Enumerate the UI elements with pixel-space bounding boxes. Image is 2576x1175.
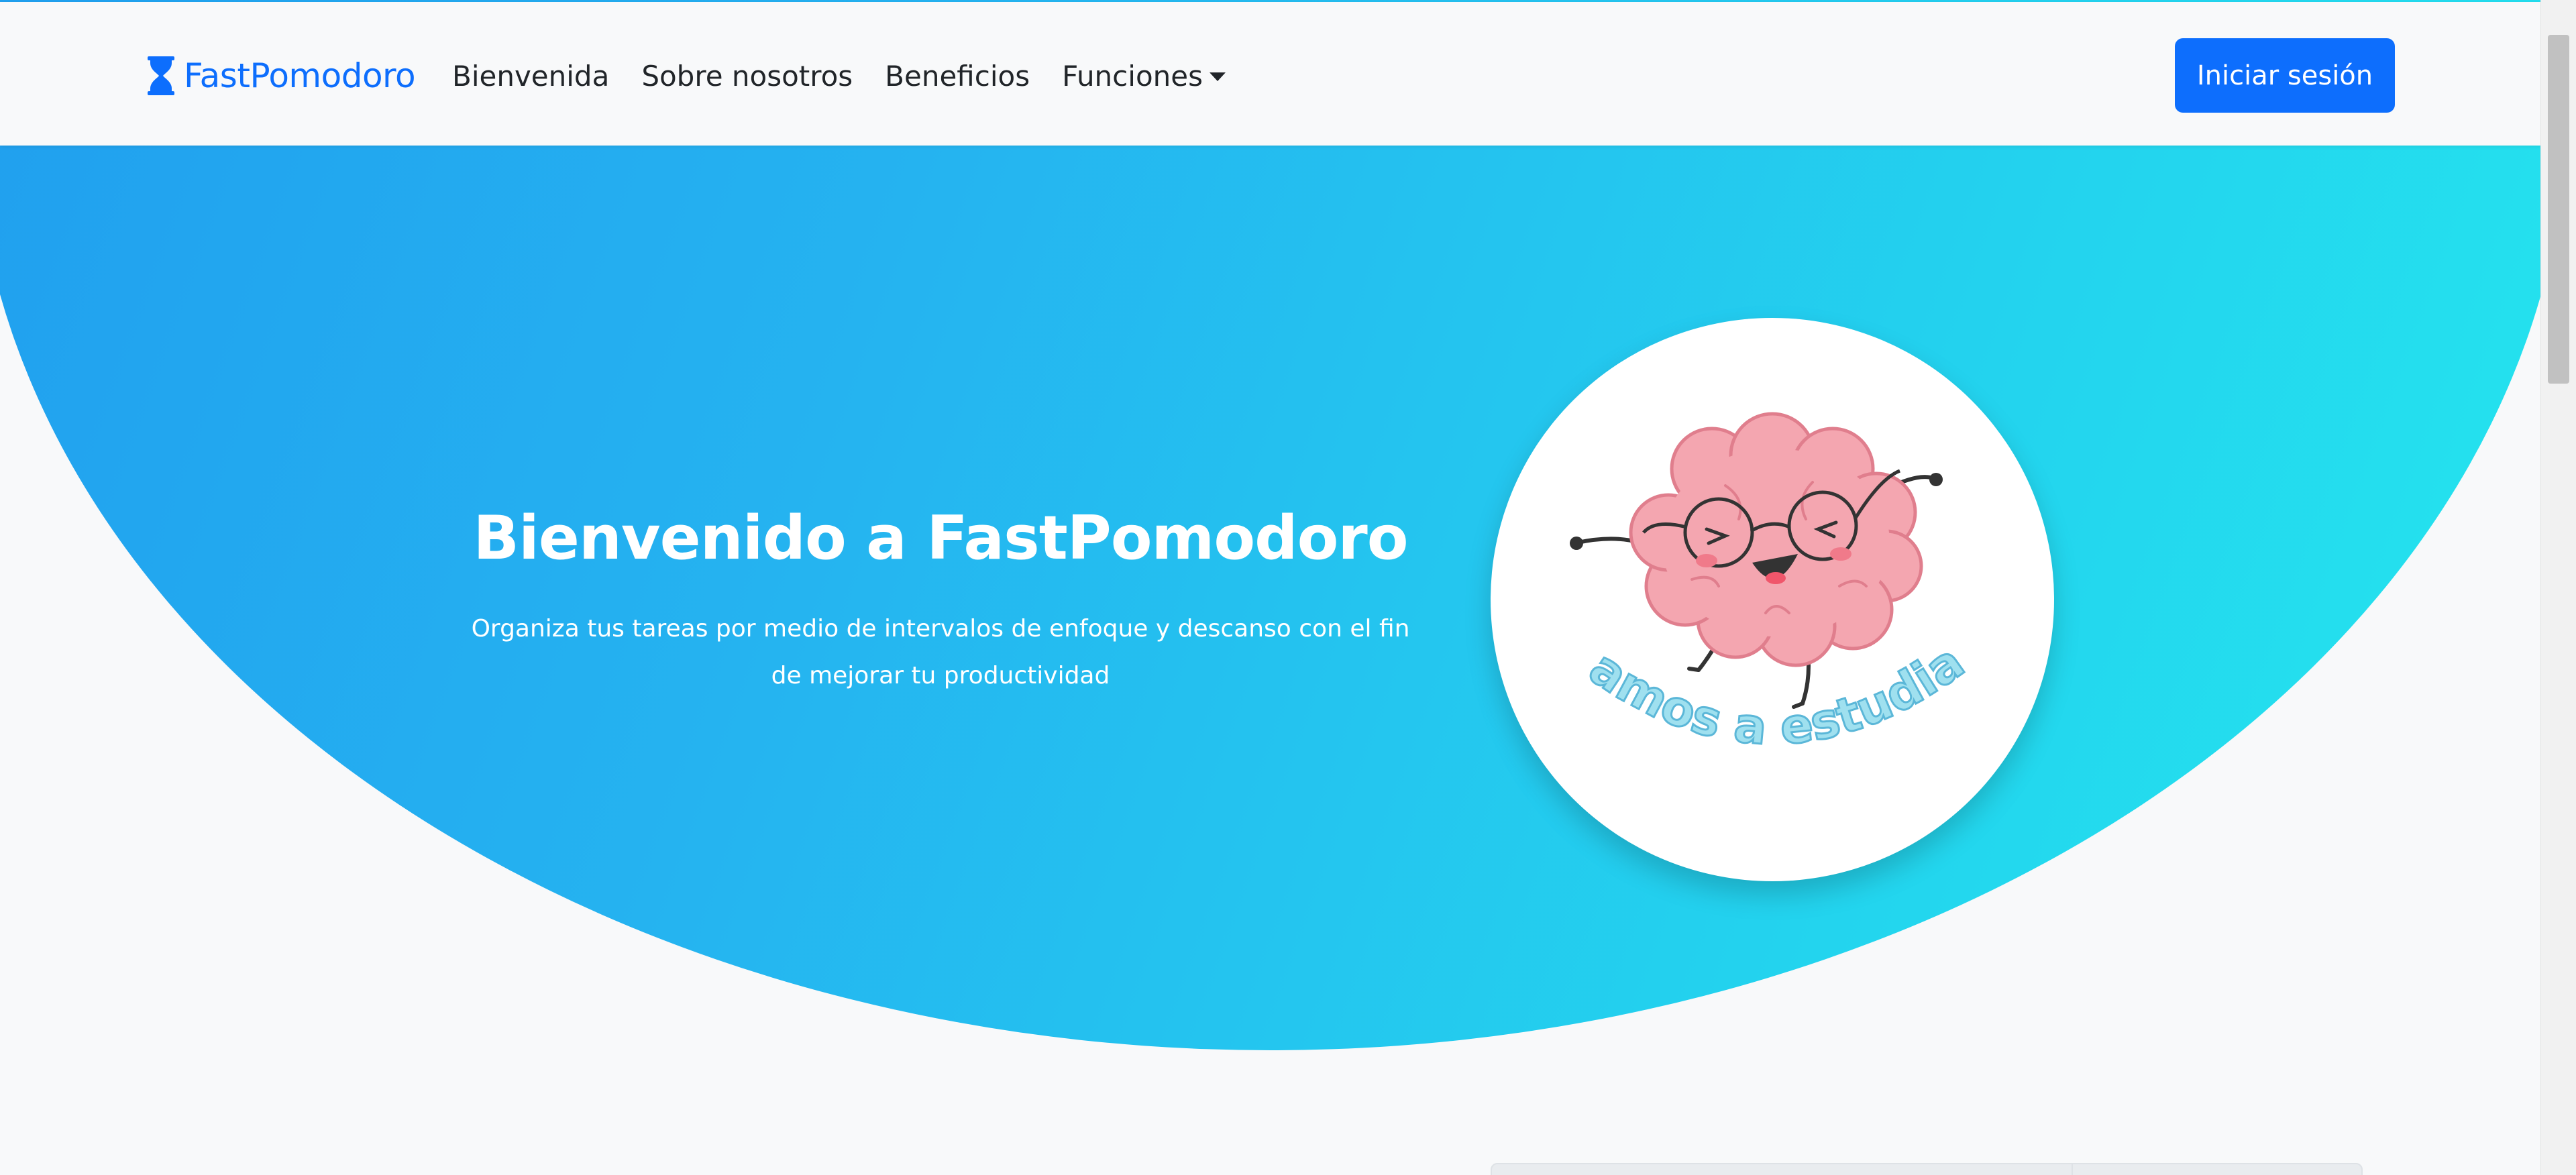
nav-link-bienvenida[interactable]: Bienvenida (452, 60, 609, 93)
page: FastPomodoro Bienvenida Sobre nosotros B… (0, 0, 2576, 1175)
hero-subtitle: Organiza tus tareas por medio de interva… (470, 606, 1411, 700)
navbar: FastPomodoro Bienvenida Sobre nosotros B… (0, 2, 2541, 146)
hero-subtitle-line-2: de mejorar tu productividad (771, 662, 1110, 689)
hourglass-icon (148, 56, 174, 95)
hero-subtitle-line-1: Organiza tus tareas por medio de interva… (471, 615, 1410, 642)
brand-name: FastPomodoro (184, 56, 416, 95)
nav-link-sobre-nosotros[interactable]: Sobre nosotros (641, 60, 853, 93)
nav-link-beneficios[interactable]: Beneficios (885, 60, 1030, 93)
nav-dropdown-label: Funciones (1062, 59, 1203, 93)
hero-text: Bienvenido a FastPomodoro Organiza tus t… (470, 503, 1411, 700)
scrollbar-thumb[interactable] (2548, 35, 2569, 384)
nav-links: Bienvenida Sobre nosotros Beneficios Fun… (452, 49, 1258, 103)
caret-down-icon (1209, 72, 1226, 81)
scrollbar[interactable] (2540, 0, 2576, 1175)
next-section-card (1491, 1163, 2363, 1175)
login-button[interactable]: Iniciar sesión (2175, 38, 2395, 113)
hero-title: Bienvenido a FastPomodoro (473, 503, 1408, 573)
brain-illustration: ¡Vamos a estudiar! (1491, 318, 1975, 757)
card-divider (2072, 1164, 2073, 1175)
hero-image: ¡Vamos a estudiar! (1491, 318, 2054, 881)
brand-link[interactable]: FastPomodoro (146, 49, 416, 103)
nav-dropdown-funciones[interactable]: Funciones (1062, 60, 1226, 93)
